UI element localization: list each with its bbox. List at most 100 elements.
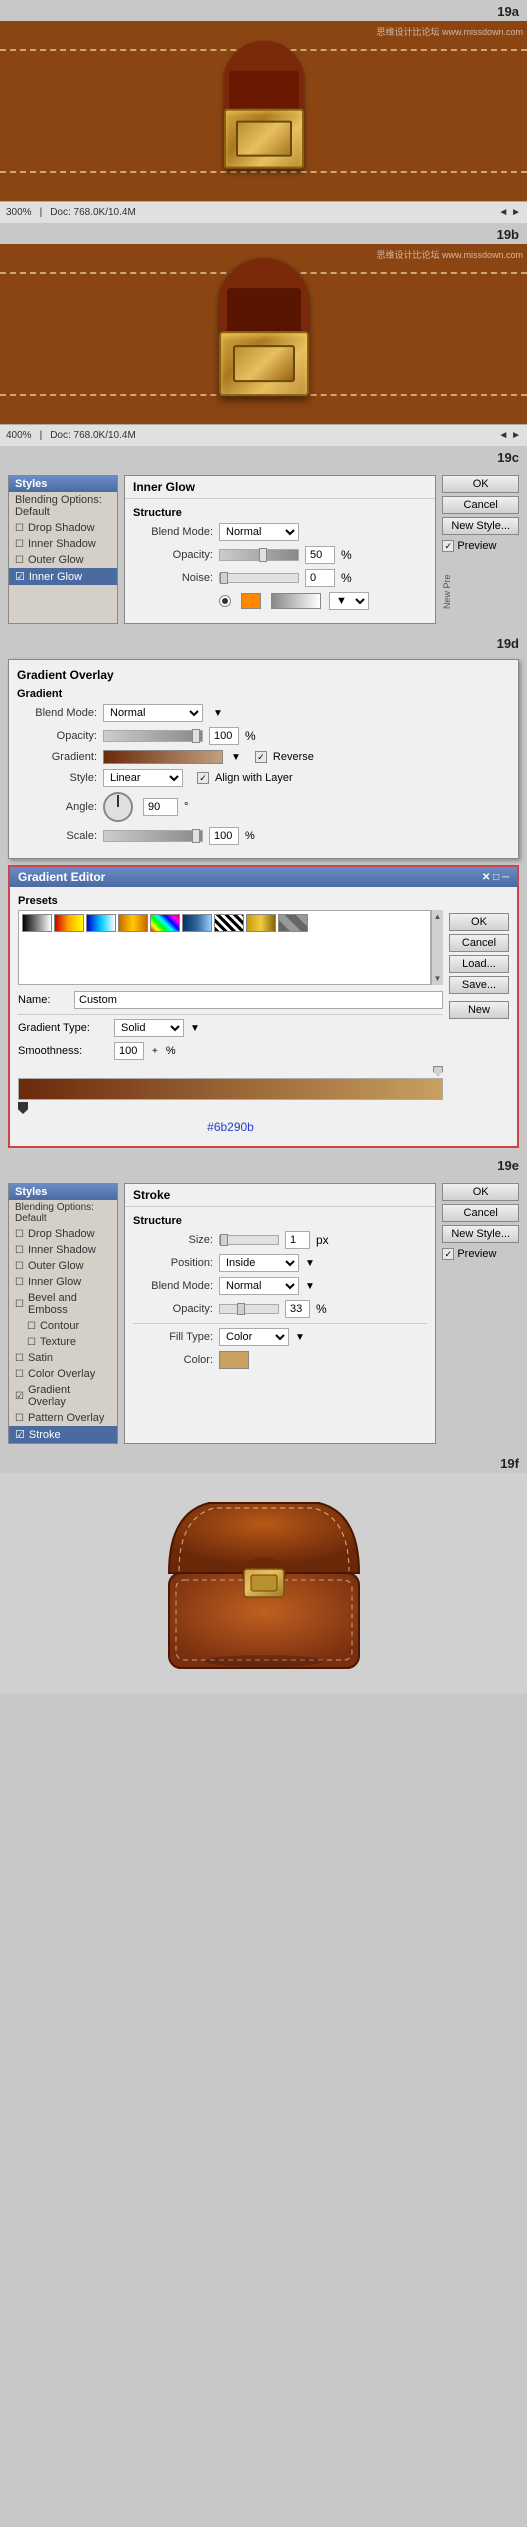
scale-input-19d[interactable] (209, 827, 239, 845)
gradient-editor-title: Gradient Editor ✕ □ ─ (10, 867, 517, 887)
step-19e-label: 19e (0, 1154, 527, 1175)
outer-glow-item-19c[interactable]: Outer Glow (9, 552, 117, 568)
gradient-bar-19d[interactable] (18, 1078, 443, 1100)
gradient-preview-19d[interactable] (103, 750, 223, 764)
radio-solid-color[interactable] (219, 595, 231, 607)
gradient-overlay-dialog: Gradient Overlay Gradient Blend Mode: No… (8, 659, 519, 859)
drop-shadow-19e[interactable]: Drop Shadow (9, 1226, 117, 1242)
preset-8[interactable] (246, 914, 276, 932)
position-select-19e[interactable]: Inside (219, 1254, 299, 1272)
noise-percent-19c: % (341, 571, 352, 585)
section-19c: Styles Blending Options: Default Drop Sh… (0, 467, 527, 632)
size-label-19e: Size: (133, 1234, 213, 1246)
inner-glow-19e[interactable]: Inner Glow (9, 1274, 117, 1290)
blend-mode-select-19e[interactable]: Normal (219, 1277, 299, 1295)
gradient-editor-buttons: OK Cancel Load... Save... New (449, 913, 509, 1138)
step-19f-label: 19f (0, 1452, 527, 1473)
new-style-btn-19e[interactable]: New Style... (442, 1225, 519, 1243)
style-select-19d[interactable]: Linear (103, 769, 183, 787)
angle-circle-19d[interactable] (103, 792, 133, 822)
ok-btn-19e[interactable]: OK (442, 1183, 519, 1201)
opacity-slider-19c[interactable] (219, 549, 299, 561)
contour-19e[interactable]: Contour (9, 1318, 117, 1334)
blending-options-item[interactable]: Blending Options: Default (9, 492, 117, 520)
preset-5[interactable] (150, 914, 180, 932)
pattern-overlay-19e[interactable]: Pattern Overlay (9, 1410, 117, 1426)
stroke-19e[interactable]: ☑ Stroke (9, 1426, 117, 1443)
gradient-type-label-19d: Gradient Type: (18, 1022, 108, 1034)
cancel-btn-gradient[interactable]: Cancel (449, 934, 509, 952)
opacity-input-19c[interactable]: 50 (305, 546, 335, 564)
fill-type-label-19e: Fill Type: (133, 1331, 213, 1343)
drop-shadow-item-19c[interactable]: Drop Shadow (9, 520, 117, 536)
satin-19e[interactable]: Satin (9, 1350, 117, 1366)
opacity-input-19d[interactable] (209, 727, 239, 745)
new-style-btn-19c[interactable]: New Style... (442, 517, 519, 535)
name-input-19d[interactable]: Custom (74, 991, 443, 1009)
stroke-color-swatch-19e[interactable] (219, 1351, 249, 1369)
cancel-btn-19c[interactable]: Cancel (442, 496, 519, 514)
align-check-19d[interactable] (197, 772, 209, 784)
stroke-panel-19e: Stroke Structure Size: px Position: Insi… (124, 1183, 436, 1444)
preview-label-19c: Preview (457, 540, 496, 552)
opacity-input-19e[interactable] (285, 1300, 310, 1318)
inner-glow-item-19c[interactable]: ☑ Inner Glow (9, 568, 117, 585)
noise-slider-19c[interactable] (219, 573, 299, 583)
opacity-label-19c: Opacity: (133, 549, 213, 561)
zoom-19a[interactable]: 300% (6, 207, 32, 218)
ok-btn-19c[interactable]: OK (442, 475, 519, 493)
gradient-type-select-19c[interactable]: ▼ (329, 592, 369, 610)
scale-slider-19d[interactable] (103, 830, 203, 842)
new-pre-label: New Pre (442, 559, 519, 609)
preset-2[interactable] (54, 914, 84, 932)
load-btn-gradient[interactable]: Load... (449, 955, 509, 973)
opacity-stop-right[interactable] (433, 1066, 443, 1076)
color-overlay-19e[interactable]: Color Overlay (9, 1366, 117, 1382)
save-btn-gradient[interactable]: Save... (449, 976, 509, 994)
bag-svg (154, 1493, 374, 1673)
size-input-19e[interactable] (285, 1231, 310, 1249)
color-stop-left[interactable] (18, 1102, 28, 1114)
reverse-check-19d[interactable] (255, 751, 267, 763)
bevel-emboss-19e[interactable]: Bevel and Emboss (9, 1290, 117, 1318)
blend-mode-select-19d[interactable]: Normal (103, 704, 203, 722)
canvas-19a: 思维设计比论坛 www.missdown.com 300% | Doc: 768… (0, 21, 527, 223)
cancel-btn-19e[interactable]: Cancel (442, 1204, 519, 1222)
opacity-slider-19d[interactable] (103, 730, 203, 742)
preset-3[interactable] (86, 914, 116, 932)
gradient-editor-dialog: Gradient Editor ✕ □ ─ Presets (8, 865, 519, 1148)
preset-9[interactable] (278, 914, 308, 932)
preset-4[interactable] (118, 914, 148, 932)
inner-shadow-19e[interactable]: Inner Shadow (9, 1242, 117, 1258)
zoom-19b[interactable]: 400% (6, 430, 32, 441)
angle-input-19d[interactable] (143, 798, 178, 816)
gradient-swatch-19c[interactable] (271, 593, 321, 609)
preview-checkbox-19c[interactable] (442, 540, 454, 552)
blend-mode-select-19c[interactable]: Normal (219, 523, 299, 541)
blending-options-19e[interactable]: Blending Options: Default (9, 1200, 117, 1226)
size-slider-19e[interactable] (219, 1235, 279, 1245)
preview-row-19c: Preview (442, 540, 519, 552)
presets-scrollbar[interactable]: ▲ ▼ (431, 910, 443, 985)
fill-type-select-19e[interactable]: Color (219, 1328, 289, 1346)
color-hex-19d: #6b290b (18, 1120, 443, 1134)
new-btn-gradient[interactable]: New (449, 1001, 509, 1019)
inner-shadow-item-19c[interactable]: Inner Shadow (9, 536, 117, 552)
watermark-19b: 思维设计比论坛 www.missdown.com (376, 248, 523, 261)
opacity-percent-19e: % (316, 1302, 327, 1316)
opacity-label-19d: Opacity: (17, 730, 97, 742)
ok-btn-gradient[interactable]: OK (449, 913, 509, 931)
watermark-19a: 思维设计比论坛 www.missdown.com (376, 25, 523, 38)
preset-1[interactable] (22, 914, 52, 932)
smoothness-input-19d[interactable] (114, 1042, 144, 1060)
preview-check-19e[interactable] (442, 1248, 454, 1260)
preset-7[interactable] (214, 914, 244, 932)
preset-6[interactable] (182, 914, 212, 932)
color-swatch-19c[interactable] (241, 593, 261, 609)
noise-input-19c[interactable]: 0 (305, 569, 335, 587)
gradient-type-select-19d[interactable]: Solid (114, 1019, 184, 1037)
gradient-overlay-19e[interactable]: Gradient Overlay (9, 1382, 117, 1410)
opacity-slider-19e[interactable] (219, 1304, 279, 1314)
outer-glow-19e[interactable]: Outer Glow (9, 1258, 117, 1274)
texture-19e[interactable]: Texture (9, 1334, 117, 1350)
